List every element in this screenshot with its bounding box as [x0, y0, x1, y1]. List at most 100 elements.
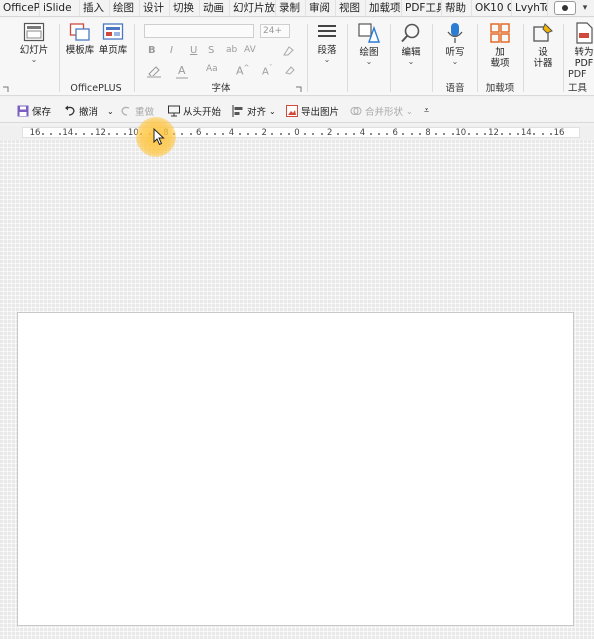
spacing-av-button[interactable]: AV	[244, 45, 256, 55]
tab-lvyhtools[interactable]: LvyhToc	[512, 0, 548, 16]
ribbon: 幻灯片 ⌄ 模板库 单页库 OfficePLUS 24+ B I U S ab …	[0, 18, 594, 96]
ruler-number: 16	[29, 128, 41, 138]
italic-button[interactable]: I	[170, 45, 173, 56]
ruler-number: 8	[425, 128, 431, 138]
merge-shapes-icon	[350, 107, 362, 115]
font-color-bar	[176, 77, 188, 79]
redo-icon	[121, 106, 130, 116]
tab-pdf-tools[interactable]: PDF工具	[402, 0, 442, 16]
tab-help[interactable]: 帮助	[442, 0, 472, 16]
undo-button[interactable]: 撤消 ⌄	[64, 103, 114, 119]
redo-button[interactable]: 重做	[120, 103, 154, 119]
record-button[interactable]	[554, 1, 576, 15]
addins-button[interactable]: 加 载项	[483, 22, 517, 69]
ribbon-tab-bar: OfficePl iSlide 插入 绘图 设计 切换 动画 幻灯片放 录制 审…	[0, 0, 594, 17]
export-image-icon	[286, 105, 298, 117]
horizontal-ruler: 1614121086420246810121416	[0, 126, 594, 139]
ruler-tick	[83, 133, 86, 135]
addins-label-line2: 载项	[490, 58, 510, 69]
customize-qat-button[interactable]: ⩡	[424, 103, 429, 119]
tab-draw[interactable]: 绘图	[110, 0, 140, 16]
editing-button[interactable]: 编辑 ⌄	[394, 22, 428, 66]
clear-formatting-icon[interactable]	[282, 45, 294, 57]
pdf-icon	[576, 22, 593, 44]
drawing-button[interactable]: 绘图 ⌄	[352, 22, 386, 66]
font-color-button[interactable]: A	[178, 64, 186, 77]
single-page-library-button[interactable]: 单页库	[97, 22, 129, 56]
highlighter-icon[interactable]	[146, 64, 166, 78]
tab-addins[interactable]: 加载项	[366, 0, 402, 16]
undo-icon	[65, 105, 75, 116]
font-name-combo[interactable]	[144, 24, 254, 38]
tab-ok10[interactable]: OK10 G	[472, 0, 512, 16]
single-page-library-icon	[102, 23, 124, 40]
ruler-number: 2	[261, 128, 267, 138]
slide-canvas[interactable]	[17, 312, 574, 626]
bold-button[interactable]: B	[148, 45, 156, 56]
ruler-tick	[476, 133, 479, 135]
ruler-tick	[279, 133, 282, 135]
shrink-font-button[interactable]: Aˇ	[262, 64, 272, 77]
paragraph-button[interactable]: 段落 ⌄	[310, 22, 344, 64]
voice-group: 听写 ⌄ 语音	[434, 18, 476, 96]
save-button[interactable]: 保存	[17, 103, 51, 119]
ruler-tick	[549, 133, 552, 135]
divider	[307, 24, 308, 92]
ruler-tick	[189, 133, 192, 135]
ruler-tick	[336, 133, 339, 135]
ruler-number: 12	[488, 128, 499, 138]
from-start-button[interactable]: 从头开始	[168, 103, 221, 119]
new-slide-button[interactable]: 幻灯片 ⌄	[14, 22, 54, 64]
slides-group: 幻灯片 ⌄	[0, 18, 58, 96]
align-icon	[232, 105, 243, 117]
ruler-number: 14	[520, 128, 532, 138]
ruler-tick	[304, 133, 307, 135]
character-spacing-button[interactable]: ab	[226, 45, 237, 55]
group-expand-icon[interactable]	[2, 86, 10, 94]
divider	[432, 24, 433, 92]
dictate-button[interactable]: 听写 ⌄	[438, 22, 472, 66]
align-button[interactable]: 对齐 ⌄	[232, 103, 276, 119]
search-icon	[401, 23, 420, 43]
tab-review[interactable]: 审阅	[306, 0, 336, 16]
single-page-library-label: 单页库	[98, 45, 128, 56]
convert-to-pdf-button[interactable]: 转为 PDF	[570, 22, 594, 69]
tab-animations[interactable]: 动画	[200, 0, 230, 16]
tab-transitions[interactable]: 切换	[170, 0, 200, 16]
grow-font-button[interactable]: A^	[236, 64, 249, 78]
template-library-label: 模板库	[65, 45, 95, 56]
tab-insert[interactable]: 插入	[80, 0, 110, 16]
tab-view[interactable]: 视图	[336, 0, 366, 16]
ruler-tick	[222, 133, 225, 135]
underline-button[interactable]: U	[190, 45, 197, 56]
change-case-button[interactable]: Aa	[206, 64, 218, 74]
record-dot-icon	[562, 5, 568, 11]
font-group-label: 字体	[211, 83, 231, 94]
strikethrough-button[interactable]: S	[208, 45, 214, 56]
chevron-down-icon[interactable]: ⌄	[107, 107, 114, 116]
ruler-tick	[107, 133, 110, 135]
tab-officeplus[interactable]: OfficePl	[0, 0, 40, 16]
ruler-tick	[418, 133, 421, 135]
convert-pdf-label-line1: 转为	[574, 47, 594, 58]
eraser-icon[interactable]	[284, 64, 296, 76]
template-library-button[interactable]: 模板库	[64, 22, 96, 56]
designer-button[interactable]: 设 计器	[527, 22, 559, 69]
tab-slideshow[interactable]: 幻灯片放	[230, 0, 276, 16]
ruler-number: 16	[553, 128, 565, 138]
officeplus-group: 模板库 单页库 OfficePLUS	[60, 18, 132, 96]
ruler-scale: 1614121086420246810121416	[22, 127, 580, 138]
customize-dropdown-icon: ⩡	[424, 106, 430, 116]
save-label: 保存	[32, 107, 52, 118]
tab-record[interactable]: 录制	[276, 0, 306, 16]
font-dialog-launcher-icon[interactable]	[295, 86, 302, 93]
export-image-button[interactable]: 导出图片	[286, 103, 339, 119]
tab-islide[interactable]: iSlide	[40, 0, 80, 16]
tab-design[interactable]: 设计	[140, 0, 170, 16]
ruler-number: 0	[294, 128, 300, 138]
ribbon-collapse-caret-icon[interactable]: ▾	[576, 0, 594, 16]
font-size-combo[interactable]: 24+	[260, 24, 290, 38]
undo-label: 撤消	[79, 107, 99, 118]
merge-shapes-button[interactable]: 合并形状 ⌄	[350, 103, 413, 119]
ruler-tick	[246, 133, 249, 135]
